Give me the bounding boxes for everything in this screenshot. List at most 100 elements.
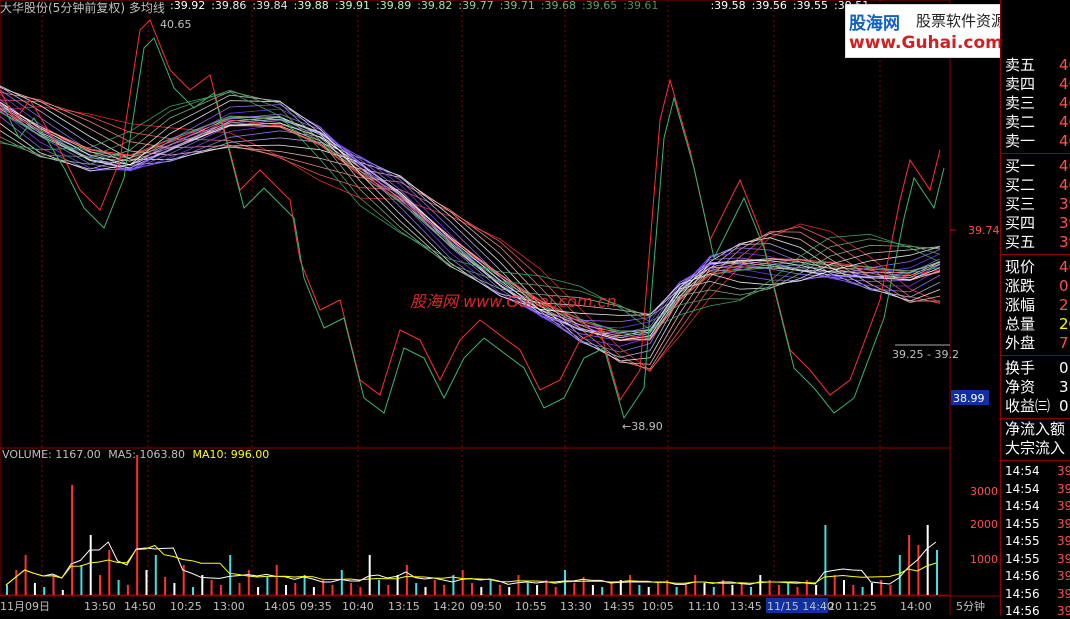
ma-line-25 [0,90,941,317]
flow-1: 大宗流入 [1001,439,1070,458]
volume-bar [824,525,827,595]
separator [1001,355,1070,356]
stat-3-value: 20 [1059,315,1070,333]
tick-price: 39. [1057,534,1070,548]
volume-bar [471,583,473,595]
low-marker: ←38.90 [622,420,663,433]
vol-legend-vol: VOLUME: 1167.00 [2,448,101,461]
volume-legend: VOLUME: 1167.00 MA5: 1063.80 MA10: 996.0… [2,448,269,461]
volume-bar [219,585,222,595]
quote-panel: 卖五 40 卖四 40 卖三 40 卖二 40 卖一 40 买一 40 买二 40 买三 39 买四 39 买五 39… [1000,0,1070,615]
time-label-17: 11/15 14:40 [767,600,834,613]
tick-price: 39. [1057,586,1070,601]
volume-bar [210,580,213,595]
buy-1: 买一 40 [1001,157,1070,176]
tick-time: 14:56 [1005,569,1040,583]
volume-bar [117,580,120,595]
volume-bar [740,583,743,595]
tick-time: 14:55 [1005,516,1040,531]
vol-legend-ma5: MA5: 1063.80 [108,448,185,461]
volume-bar [52,575,55,595]
buy-3-value: 39 [1059,195,1070,213]
ma-line-5 [0,86,941,358]
volume-bar [777,585,780,595]
volume-bar [591,585,594,595]
ma-value-4: :39.91 [334,0,371,12]
volume-bar [275,565,278,595]
time-label-11: 10:55 [515,600,547,613]
extra-1: 净资 3 [1001,378,1070,397]
volume-bar [843,580,845,595]
separator [1001,153,1070,154]
vol-axis-3000: 3000 [970,485,998,498]
watermark: 股海网 www.Guhai.com.cn [410,292,617,311]
tick-row: 14:54 39. [1001,480,1070,499]
volume-bar [759,575,762,595]
ma-value-1: :39.86 [211,0,247,12]
extra-0-label: 换手 [1005,359,1036,377]
kline-chart-area[interactable]: 39.74 38.99 40.65 ←38.90 39.25 - 39.2 股海… [0,0,1000,615]
ma-value-8: :39.71 [499,0,535,12]
stat-1-label: 涨跌 [1005,277,1036,295]
volume-bar [285,585,287,595]
time-label-2: 14:50 [124,600,156,613]
ma-value-6: :39.82 [417,0,453,12]
volume-bar [564,570,566,595]
volume-bar [675,587,678,595]
time-label-13: 14:35 [603,600,635,613]
volume-bar [350,583,353,595]
volume-bar [192,587,194,595]
buy-2-value: 40 [1059,176,1070,194]
stat-4: 外盘 7 [1001,334,1070,353]
flow-0: 净流入额 [1001,420,1070,439]
stat-1: 涨跌 0 [1001,277,1070,296]
volume-bar [601,587,604,595]
sell-5: 卖五 40 [1001,56,1070,75]
ma-value-11: :39.61 [623,0,659,12]
buy-2-label: 买二 [1005,176,1036,194]
volume-bar [294,583,297,595]
stat-4-label: 外盘 [1005,334,1036,352]
volume-bar [787,583,790,595]
volume-bar [303,575,306,595]
sell-1-value: 40 [1059,132,1070,150]
extra-2: 收益㈢ 0. [1001,397,1070,416]
sell-3-value: 40 [1059,94,1070,112]
sell-4-value: 40 [1059,75,1070,93]
time-label-12: 13:30 [560,600,592,613]
ma-value-3: :39.88 [293,0,329,12]
tick-row: 14:56 39. [1001,567,1070,586]
tick-price: 39. [1057,569,1070,583]
stat-0-label: 现价 [1005,258,1036,276]
sell-2-label: 卖二 [1005,113,1036,131]
volume-bar [647,587,650,595]
volume-bar [229,555,232,595]
buy-5-label: 买五 [1005,233,1036,251]
time-label-5: 14:05 [264,600,296,613]
period-selector[interactable]: 5分钟 [956,598,985,614]
volume-bar [926,525,929,595]
chart-title: 大华股份(5分钟前复权) 多均线 [0,1,165,15]
sell-3: 卖三 40 [1001,94,1070,113]
flow-label-0: 净流入额 [1005,420,1066,438]
stat-3: 总量 20 [1001,315,1070,334]
volume-bar [145,570,148,595]
price-label-38-99: 38.99 [953,392,985,405]
volume-bar [312,587,315,595]
volume-bar [852,585,855,595]
ma-value-2: :39.84 [252,0,288,12]
volume-bar [368,555,371,595]
volume-bar [15,570,18,595]
sell-2: 卖二 40 [1001,113,1070,132]
volume-bar [898,555,901,595]
buy-3: 买三 39 [1001,195,1070,214]
volume-bar [247,570,250,595]
stat-0: 现价 40 [1001,258,1070,277]
volume-bar [694,575,697,595]
price-chart[interactable]: 39.74 38.99 40.65 ←38.90 39.25 - 39.2 股海… [0,0,1000,615]
tick-time: 14:56 [1005,586,1040,601]
volume-bar [461,570,464,595]
time-label-19: 11:25 [845,600,877,613]
sell-5-value: 40 [1059,56,1070,74]
volume-bar [684,585,687,595]
